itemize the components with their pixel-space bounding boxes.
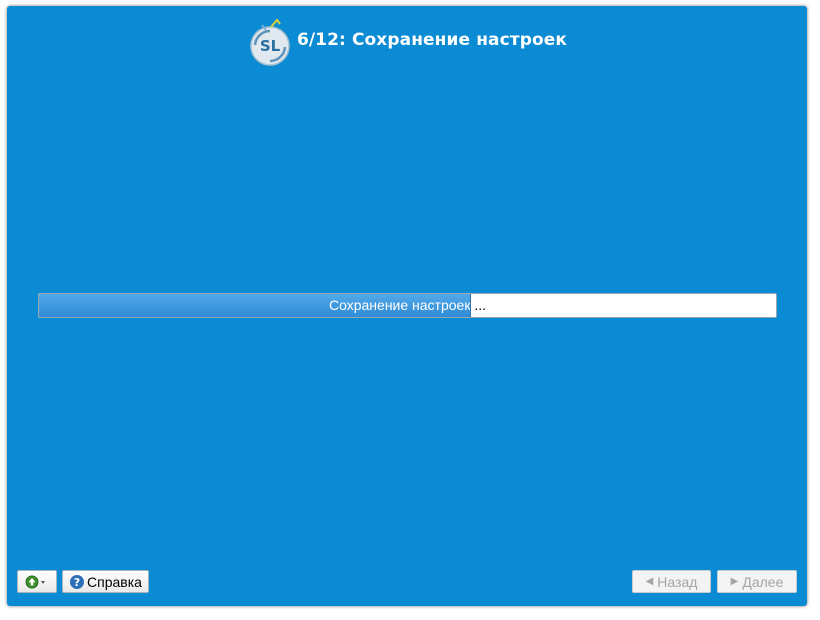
page-title: 6/12: Сохранение настроек xyxy=(296,30,568,50)
back-button-label: Назад xyxy=(657,573,698,590)
progress-bar: Сохранение настроек ... Сохранение настр… xyxy=(38,293,777,318)
help-button[interactable]: ? Справка xyxy=(62,570,149,593)
progress-label-overlay: Сохранение настроек ... xyxy=(328,297,472,313)
back-button[interactable]: ◀ Назад xyxy=(632,570,711,593)
header: SL 6/12: Сохранение настроек xyxy=(7,16,807,68)
scientific-linux-logo: SL xyxy=(247,17,293,67)
help-icon: ? xyxy=(70,574,85,589)
progress-fill: Сохранение настроек ... xyxy=(39,294,472,317)
next-button[interactable]: ▶ Далее xyxy=(717,570,797,593)
help-button-label: Справка xyxy=(87,573,142,590)
next-button-label: Далее xyxy=(742,573,784,590)
logo-text: SL xyxy=(260,37,281,55)
svg-text:?: ? xyxy=(74,576,80,589)
chevron-right-icon: ▶ xyxy=(730,576,739,587)
language-menu-button[interactable] xyxy=(17,570,57,593)
installer-window: SL 6/12: Сохранение настроек Сохранение … xyxy=(7,6,807,606)
chevron-left-icon: ◀ xyxy=(645,576,654,587)
green-up-arrow-icon xyxy=(25,575,45,588)
